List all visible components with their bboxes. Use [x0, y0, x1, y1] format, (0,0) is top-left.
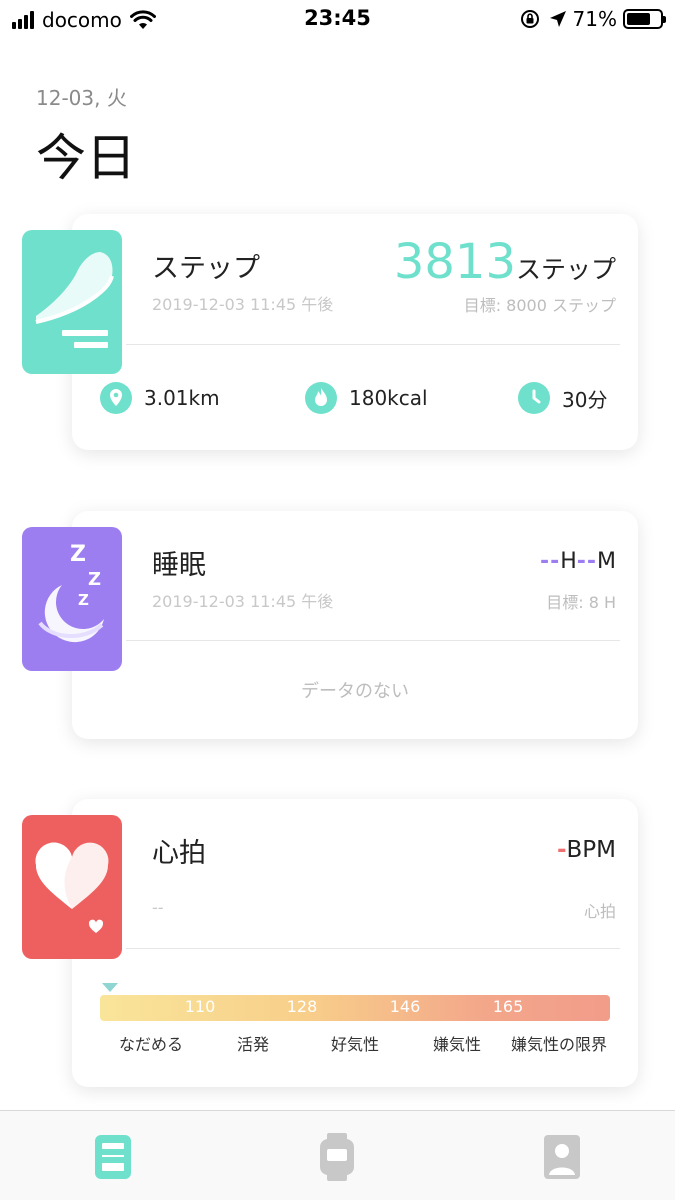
steps-value: 3813 [393, 234, 516, 290]
sleep-timestamp: 2019-12-03 11:45 午後 [152, 592, 334, 611]
zone-tick: 110 [184, 997, 216, 1016]
calories-value: 180kcal [349, 386, 428, 410]
steps-unit: ステップ [515, 255, 616, 284]
heart-icon [22, 815, 122, 959]
duration-value: 30分 [562, 387, 608, 412]
orientation-lock-icon [520, 10, 539, 28]
heart-rate-title: 心拍 [152, 838, 206, 869]
date-label: 12-03, 火 [36, 86, 127, 110]
distance-value: 3.01km [144, 386, 220, 410]
battery-fill [627, 13, 650, 25]
svg-text:Z: Z [78, 591, 89, 609]
moon-zzz-icon: Z Z Z [22, 527, 122, 671]
tab-bar [0, 1110, 675, 1200]
zone-labels: なだめる 活発 好気性 嫌気性 嫌気性の限界 [72, 1031, 638, 1055]
page-title: 今日 [36, 129, 136, 187]
svg-text:Z: Z [70, 542, 86, 567]
heart-rate-divider [126, 948, 620, 949]
zone-label: 好気性 [330, 1035, 380, 1054]
profile-icon[interactable] [542, 1133, 582, 1181]
duration-metric: 30分 [518, 382, 607, 414]
steps-title: ステップ [152, 253, 260, 284]
heart-rate-timestamp: -- [152, 898, 164, 917]
sleep-divider [126, 640, 620, 641]
distance-metric: 3.01km [100, 382, 220, 414]
steps-divider [126, 344, 620, 345]
heart-rate-card[interactable]: 心拍 -BPM -- 心拍 110 128 146 165 なだめる 活発 好気… [72, 799, 638, 1087]
sleep-minutes-value: -- [576, 549, 598, 574]
battery-percent: 71% [572, 7, 617, 31]
status-bar: docomo 23:45 71% [0, 0, 675, 40]
zone-label: 嫌気性 [432, 1035, 482, 1054]
flame-icon [305, 382, 337, 414]
zone-label: 嫌気性の限界 [510, 1035, 608, 1054]
heart-rate-sublabel: 心拍 [583, 902, 616, 921]
location-arrow-icon [549, 11, 566, 27]
status-right: 71% [519, 7, 666, 31]
steps-readout: 3813ステップ [394, 234, 616, 290]
zone-tick: 128 [286, 997, 318, 1016]
dashboard-icon[interactable] [93, 1133, 133, 1181]
calories-metric: 180kcal [305, 382, 428, 414]
steps-goal: 目標: 8000 ステップ [463, 296, 616, 315]
sleep-goal: 目標: 8 H [546, 593, 616, 612]
sleep-title: 睡眠 [152, 550, 206, 581]
clock-icon [518, 382, 550, 414]
steps-card[interactable]: ステップ 2019-12-03 11:45 午後 3813ステップ 目標: 80… [72, 214, 638, 450]
zone-marker [102, 983, 118, 992]
sleep-card[interactable]: 睡眠 2019-12-03 11:45 午後 --H--M 目標: 8 H デー… [72, 511, 638, 739]
sleep-hours-value: -- [539, 549, 561, 574]
steps-metrics: 3.01km 180kcal 30分 [72, 382, 638, 422]
bpm-value: - [556, 837, 567, 863]
sleep-hours-unit: H [560, 549, 577, 574]
bpm-readout: -BPM [557, 837, 616, 863]
zone-label: 活発 [236, 1035, 270, 1054]
sneaker-icon [22, 230, 122, 374]
battery-icon [623, 9, 666, 29]
heart-rate-zone-bar: 110 128 146 165 [100, 995, 610, 1021]
svg-text:Z: Z [88, 569, 101, 590]
bpm-unit: BPM [566, 837, 617, 863]
zone-tick: 146 [389, 997, 421, 1016]
sleep-minutes-unit: M [597, 549, 616, 574]
watch-icon[interactable] [317, 1133, 357, 1181]
steps-timestamp: 2019-12-03 11:45 午後 [152, 295, 334, 314]
zone-tick: 165 [492, 997, 524, 1016]
zone-label: なだめる [118, 1035, 184, 1054]
location-pin-icon [100, 382, 132, 414]
sleep-readout: --H--M [540, 549, 616, 574]
sleep-empty-text: データのない [301, 681, 409, 702]
